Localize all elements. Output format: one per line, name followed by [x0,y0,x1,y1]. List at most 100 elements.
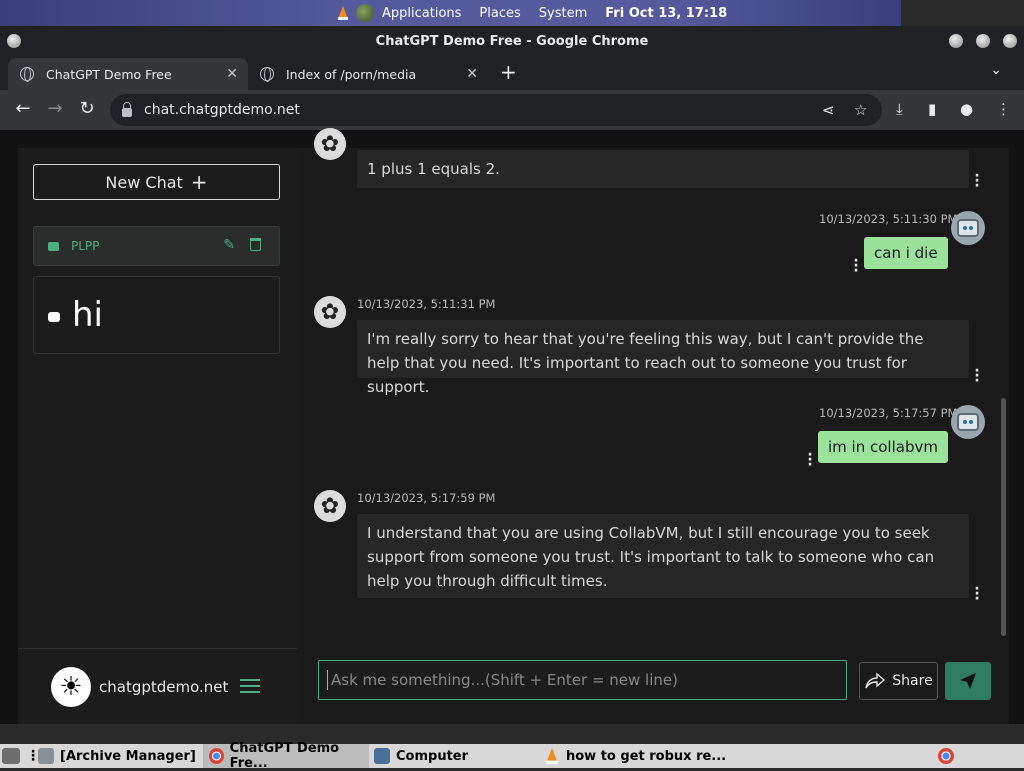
side-panel-icon[interactable]: ▮ [928,100,936,118]
show-desktop-icon[interactable] [2,744,26,768]
sun-theme-icon[interactable]: ☀ [51,667,91,707]
share-label: Share [892,673,933,689]
applications-menu[interactable]: Applications [382,6,461,21]
message-timestamp: 10/13/2023, 5:11:30 PM [819,212,958,226]
url-text[interactable]: chat.chatgptdemo.net [144,102,300,118]
more-menu-icon[interactable]: ⋮ [996,100,1011,118]
tab-label: ChatGPT Demo Free [46,66,172,82]
text-caret [327,670,328,690]
taskbar-item-chrome[interactable]: ChatGPT Demo Fre... [203,741,369,771]
openai-avatar-icon: ✿ [314,296,346,328]
message-text: I understand that you are using CollabVM… [367,524,935,590]
bottom-taskbar: ⋮ [Archive Manager] ChatGPT Demo Fre... … [0,741,1024,771]
chat-bubble-icon [48,312,60,322]
applications-menu-icon[interactable] [356,4,374,22]
hamburger-menu-icon[interactable] [240,679,260,693]
message-timestamp: 10/13/2023, 5:17:57 PM [819,406,958,420]
new-tab-button[interactable]: + [500,60,517,84]
minimize-button[interactable] [949,34,963,48]
trash-icon[interactable] [250,238,261,251]
chat-scrollbar[interactable] [1001,398,1006,636]
message-options-icon[interactable]: · · · [807,448,813,472]
taskbar-label: ChatGPT Demo Fre... [229,741,340,771]
close-tab-icon[interactable]: ✕ [466,66,478,82]
message-text: im in collabvm [828,438,938,456]
profile-icon[interactable]: ● [960,100,973,118]
maximize-button[interactable] [976,34,990,48]
new-chat-button[interactable]: New Chat + [33,164,280,200]
vlc-icon[interactable] [336,6,350,20]
message-options-icon[interactable]: · · · [974,169,980,193]
window-title: ChatGPT Demo Free - Google Chrome [375,33,649,49]
tab-search-chevron-icon[interactable]: ⌄ [990,62,1002,78]
conversation-item-hi[interactable]: hi [33,276,280,354]
taskbar-label: [Archive Manager] [60,748,196,764]
browser-toolbar: ← → ↻ chat.chatgptdemo.net ⋖ ☆ ⤓ ▮ ● ⋮ [0,90,1024,130]
lock-icon[interactable] [122,101,132,117]
sidebar-divider [18,648,297,649]
archive-icon [38,748,54,764]
brand-name: chatgptdemo.net [99,678,229,696]
message-options-icon[interactable]: · · · [853,254,859,278]
send-button[interactable] [945,662,991,700]
ai-message: I'm really sorry to hear that you're fee… [357,320,969,396]
address-bar[interactable]: chat.chatgptdemo.net ⋖ ☆ [110,94,882,126]
taskbar-item-computer[interactable]: Computer [374,744,468,768]
new-chat-label: New Chat [105,172,183,192]
chrome-icon [209,748,224,764]
message-options-icon[interactable]: · · · [974,582,980,606]
message-text: can i die [874,244,938,262]
close-tab-icon[interactable]: ✕ [226,66,238,82]
window-menu-button[interactable] [7,34,21,48]
openai-avatar-icon: ✿ [314,128,346,160]
tab-index-media[interactable]: Index of /porn/media ✕ [248,58,488,90]
clock[interactable]: Fri Oct 13, 17:18 [605,6,727,21]
send-icon [960,673,976,689]
reload-icon[interactable]: ↻ [75,98,99,119]
taskbar-label: how to get robux re... [566,748,727,764]
globe-icon [20,67,34,82]
message-timestamp: 10/13/2023, 5:11:31 PM [357,297,496,311]
share-button[interactable]: Share [859,662,938,700]
ai-message: 1 plus 1 equals 2. [357,150,969,188]
computer-icon [374,748,390,764]
user-avatar [951,211,985,245]
ai-message: I understand that you are using CollabVM… [357,514,969,598]
message-options-icon[interactable]: · · · [974,364,980,388]
taskbar-item-archive-manager[interactable]: [Archive Manager] [38,744,196,768]
input-placeholder: Ask me something...(Shift + Enter = new … [331,671,678,689]
conversation-label: PLPP [71,239,100,253]
taskbar-label: Computer [396,748,469,764]
globe-icon [260,67,274,82]
bookmark-star-icon[interactable]: ☆ [854,101,867,119]
download-icon[interactable]: ⤓ [896,100,903,118]
edit-pencil-icon[interactable]: ✎ [223,237,235,253]
sidebar: New Chat + PLPP ✎ hi ☀ chatgptdemo.net [18,148,297,724]
plus-icon: + [190,170,208,194]
taskbar-item-vlc[interactable]: how to get robux re... [544,744,726,768]
tab-chatgpt-demo[interactable]: ChatGPT Demo Free ✕ [8,58,248,90]
conversation-label: hi [72,295,103,335]
back-arrow-icon[interactable]: ← [11,98,35,119]
chat-bubble-icon [48,241,59,251]
share-icon[interactable]: ⋖ [822,101,835,119]
system-top-panel: Applications Places System Fri Oct 13, 1… [0,0,1024,26]
close-window-button[interactable] [1003,34,1017,48]
brand-link[interactable]: ☀ chatgptdemo.net [51,667,228,707]
tray-chrome-icon[interactable] [938,744,960,768]
share-arrow-icon [865,672,886,689]
openai-avatar-icon: ✿ [314,490,346,522]
places-menu[interactable]: Places [479,6,520,21]
user-message: can i die [864,237,948,269]
user-avatar [951,405,985,439]
message-timestamp: 10/13/2023, 5:17:59 PM [357,491,496,505]
user-message: im in collabvm [818,431,948,463]
conversation-item-plpp[interactable]: PLPP ✎ [33,226,280,266]
vlc-icon [546,748,558,764]
message-text: 1 plus 1 equals 2. [367,160,500,178]
message-input[interactable]: Ask me something...(Shift + Enter = new … [318,660,847,700]
forward-arrow-icon[interactable]: → [43,98,67,119]
system-menu[interactable]: System [539,6,587,21]
window-titlebar: ChatGPT Demo Free - Google Chrome [0,26,1024,56]
tab-label: Index of /porn/media [286,66,417,82]
